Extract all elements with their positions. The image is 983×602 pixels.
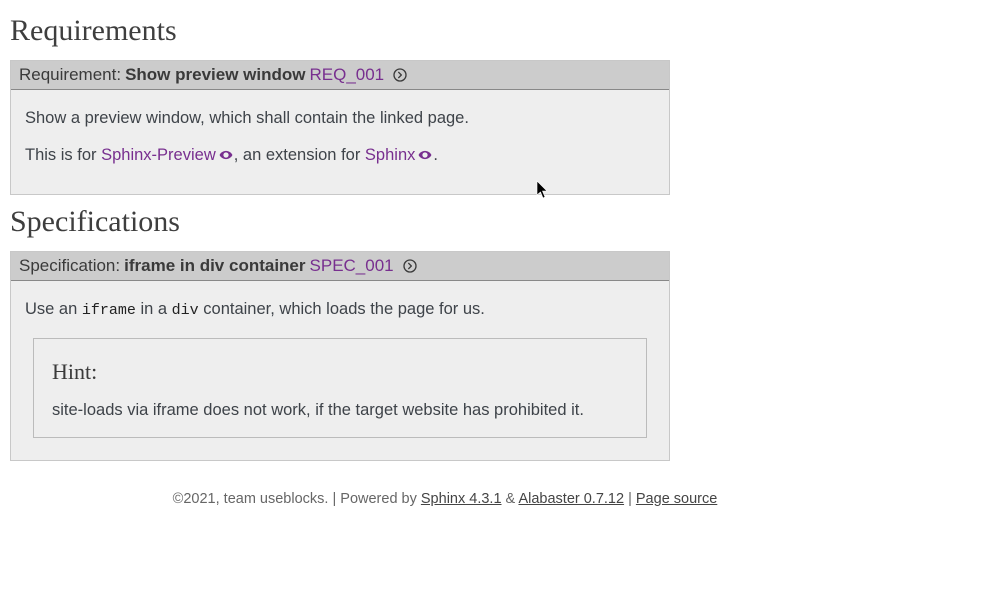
requirement-id-link[interactable]: REQ_001 [309,65,384,85]
sphinx-version-link[interactable]: Sphinx 4.3.1 [421,491,502,507]
specification-id-link[interactable]: SPEC_001 [310,256,394,276]
hint-title: Hint: [52,355,628,388]
footer-ampersand: & [502,491,519,507]
arrow-circle-right-icon[interactable] [402,258,418,274]
footer: ©2021, team useblocks. | Powered by Sphi… [10,491,880,507]
specification-body: Use an iframe in a div container, which … [11,281,669,460]
specifications-heading: Specifications [10,205,670,239]
requirement-header: Requirement: Show preview window REQ_001 [11,61,669,90]
code-iframe: iframe [82,302,136,319]
code-div: div [172,302,199,319]
footer-separator: | Powered by [332,491,420,507]
eye-icon [417,148,433,162]
specification-type-label: Specification: [19,256,120,276]
requirement-description: Show a preview window, which shall conta… [25,106,655,131]
requirement-title: Show preview window [125,65,305,85]
requirement-context: This is for Sphinx-Preview, an extension… [25,143,655,168]
requirement-body: Show a preview window, which shall conta… [11,90,669,194]
page-source-link[interactable]: Page source [636,491,717,507]
specification-title: iframe in div container [124,256,305,276]
arrow-circle-right-icon[interactable] [392,67,408,83]
hint-admonition: Hint: site-loads via iframe does not wor… [33,338,647,438]
requirements-heading: Requirements [10,14,670,48]
sphinx-preview-link[interactable]: Sphinx-Preview [101,146,234,164]
sphinx-link[interactable]: Sphinx [365,146,433,164]
eye-icon [218,148,234,162]
requirement-type-label: Requirement: [19,65,121,85]
specification-description: Use an iframe in a div container, which … [25,297,655,323]
specification-card: Specification: iframe in div container S… [10,251,670,461]
hint-body: site-loads via iframe does not work, if … [52,398,628,423]
requirement-card: Requirement: Show preview window REQ_001… [10,60,670,195]
copyright-text: ©2021, team useblocks. [173,491,333,507]
alabaster-version-link[interactable]: Alabaster 0.7.12 [518,491,624,507]
specification-header: Specification: iframe in div container S… [11,252,669,281]
footer-separator: | [624,491,636,507]
